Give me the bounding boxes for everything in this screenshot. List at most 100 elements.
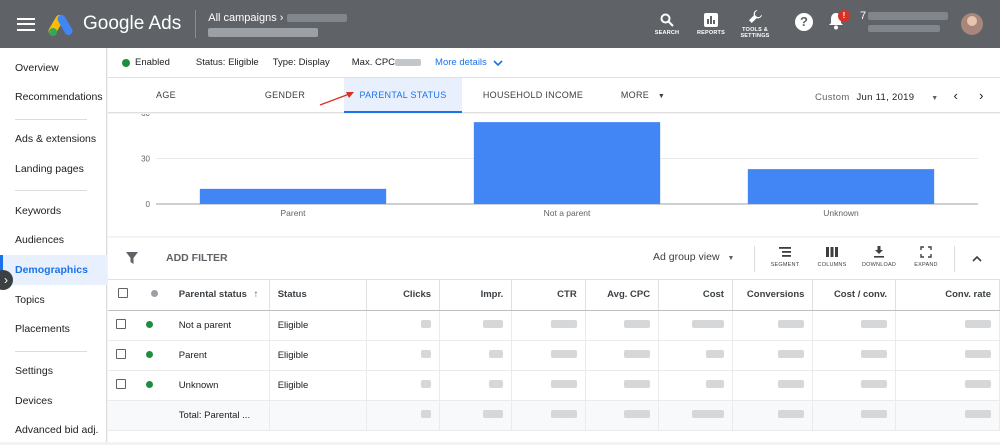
row-name[interactable]: Parent <box>170 340 270 371</box>
column-header-conv-rate[interactable]: Conv. rate <box>895 280 1000 311</box>
column-header-impr[interactable]: Impr. <box>439 280 513 311</box>
campaign-breadcrumb[interactable]: All campaigns › <box>208 11 348 37</box>
tab-parental-status[interactable]: PARENTAL STATUS <box>344 78 462 113</box>
sidebar-item-keywords[interactable]: Keywords <box>0 196 107 226</box>
view-selector[interactable]: Ad group view ▼ <box>653 251 734 263</box>
redacted-value <box>895 400 1000 431</box>
bar-not-a-parent[interactable] <box>473 122 661 204</box>
notification-badge: ! <box>838 10 850 22</box>
redacted-value <box>439 340 513 371</box>
redacted-value <box>511 340 586 371</box>
columns-button[interactable]: COLUMNS <box>810 243 854 268</box>
search-button[interactable]: SEARCH <box>645 13 689 36</box>
empty-cell <box>137 400 171 431</box>
sidebar-item-advanced-bid-adj[interactable]: Advanced bid adj. <box>0 415 107 445</box>
table-row[interactable]: Not a parent Eligible <box>108 310 1000 341</box>
bar-parent[interactable] <box>199 188 387 204</box>
reports-button[interactable]: REPORTS <box>689 12 733 36</box>
row-checkbox[interactable] <box>108 370 138 401</box>
sidebar-item-devices[interactable]: Devices <box>0 386 107 416</box>
column-header-parental-status[interactable]: Parental status ↑ <box>170 280 270 311</box>
tab-more[interactable]: MORE ▼ <box>613 78 673 113</box>
annotation-arrow-icon <box>319 92 354 106</box>
sidebar-item-landing-pages[interactable]: Landing pages <box>0 154 107 184</box>
column-header-clicks[interactable]: Clicks <box>366 280 441 311</box>
download-button[interactable]: DOWNLOAD <box>857 243 901 268</box>
column-header-cost-conv[interactable]: Cost / conv. <box>812 280 897 311</box>
row-name[interactable]: Unknown <box>170 370 270 401</box>
notifications-button[interactable]: ! <box>828 10 850 35</box>
date-range-picker[interactable]: Custom Jun 11, 2019 ▼ ‹ › <box>815 78 984 113</box>
tab-gender[interactable]: GENDER <box>245 78 325 113</box>
table-row[interactable]: Parent Eligible <box>108 340 1000 371</box>
redacted-value <box>585 340 660 371</box>
x-tick-label: Parent <box>280 208 306 218</box>
redacted-value <box>732 340 814 371</box>
sidebar: Overview Recommendations Ads & extension… <box>0 48 107 442</box>
sidebar-item-settings[interactable]: Settings <box>0 356 107 386</box>
search-label: SEARCH <box>654 29 680 36</box>
avatar[interactable] <box>961 13 983 35</box>
table-card: ADD FILTER Ad group view ▼ SEGMENT COLUMN… <box>108 238 1000 442</box>
table-row[interactable]: Unknown Eligible <box>108 370 1000 401</box>
redacted-value <box>658 340 733 371</box>
more-details-label: More details <box>435 57 487 68</box>
column-header-cost[interactable]: Cost <box>658 280 733 311</box>
tab-household-income[interactable]: HOUSEHOLD INCOME <box>473 78 593 113</box>
status-bar: Enabled Status: Eligible Type: Display M… <box>108 48 1000 78</box>
expand-button[interactable]: EXPAND <box>904 243 948 268</box>
sidebar-item-ads-extensions[interactable]: Ads & extensions <box>0 124 107 154</box>
help-icon[interactable]: ? <box>795 13 813 31</box>
add-filter-button[interactable]: ADD FILTER <box>166 252 228 264</box>
brand-name[interactable]: Google Ads <box>83 13 181 35</box>
account-info[interactable]: 7 <box>860 10 948 32</box>
select-all-checkbox[interactable] <box>108 280 138 311</box>
google-ads-logo-icon[interactable] <box>47 13 74 37</box>
main-content: Enabled Status: Eligible Type: Display M… <box>108 48 1000 442</box>
enabled-dot-icon <box>122 58 130 67</box>
bar-chart: 0 30 60 Parent Not a parent Unknown <box>141 109 978 218</box>
x-tick-label: Not a parent <box>544 208 591 218</box>
redacted-value <box>439 310 513 341</box>
segment-button[interactable]: SEGMENT <box>763 243 807 268</box>
tools-settings-button[interactable]: TOOLS & SETTINGS <box>733 9 777 39</box>
sidebar-item-placements[interactable]: Placements <box>0 314 107 344</box>
enabled-status[interactable]: Enabled <box>122 57 170 68</box>
max-cpc: Max. CPC <box>352 57 422 68</box>
row-status: Eligible <box>269 340 367 371</box>
sidebar-item-overview[interactable]: Overview <box>0 53 107 83</box>
tab-age[interactable]: AGE <box>126 78 206 113</box>
chart: 0 30 60 Parent Not a parent Unknown <box>108 109 1000 236</box>
more-details-button[interactable]: More details <box>435 57 503 68</box>
sidebar-item-recommendations[interactable]: Recommendations <box>0 82 107 112</box>
sidebar-item-audiences[interactable]: Audiences <box>0 225 107 255</box>
row-checkbox[interactable] <box>108 340 138 371</box>
row-name[interactable]: Not a parent <box>170 310 270 341</box>
column-header-ctr[interactable]: CTR <box>511 280 586 311</box>
next-period-icon[interactable]: › <box>979 88 984 103</box>
redacted-value <box>439 400 513 431</box>
column-header-avg-cpc[interactable]: Avg. CPC <box>585 280 660 311</box>
row-status: Eligible <box>269 310 367 341</box>
row-checkbox[interactable] <box>108 310 138 341</box>
top-bar: Google Ads All campaigns › SEARCH REPORT… <box>0 0 1000 48</box>
total-label: Total: Parental ... <box>170 400 270 431</box>
sort-arrow-icon: ↑ <box>253 289 259 301</box>
dropdown-arrow-icon: ▼ <box>931 95 939 102</box>
redacted-value <box>812 400 897 431</box>
chevron-right-icon: › <box>279 11 284 24</box>
redacted-value <box>812 340 897 371</box>
column-header-conversions[interactable]: Conversions <box>732 280 814 311</box>
menu-icon[interactable] <box>17 17 35 31</box>
divider <box>954 246 955 272</box>
bar-unknown[interactable] <box>747 169 935 204</box>
sidebar-item-demographics[interactable]: Demographics <box>0 255 107 285</box>
segment-label: SEGMENT <box>770 262 800 268</box>
collapse-chart-icon[interactable] <box>972 256 982 262</box>
prev-period-icon[interactable]: ‹ <box>953 88 958 103</box>
sidebar-item-topics[interactable]: Topics <box>0 285 107 315</box>
segment-icon <box>779 247 791 257</box>
redacted-value <box>812 370 897 401</box>
column-header-status[interactable]: Status <box>269 280 367 311</box>
filter-icon[interactable] <box>126 252 138 264</box>
